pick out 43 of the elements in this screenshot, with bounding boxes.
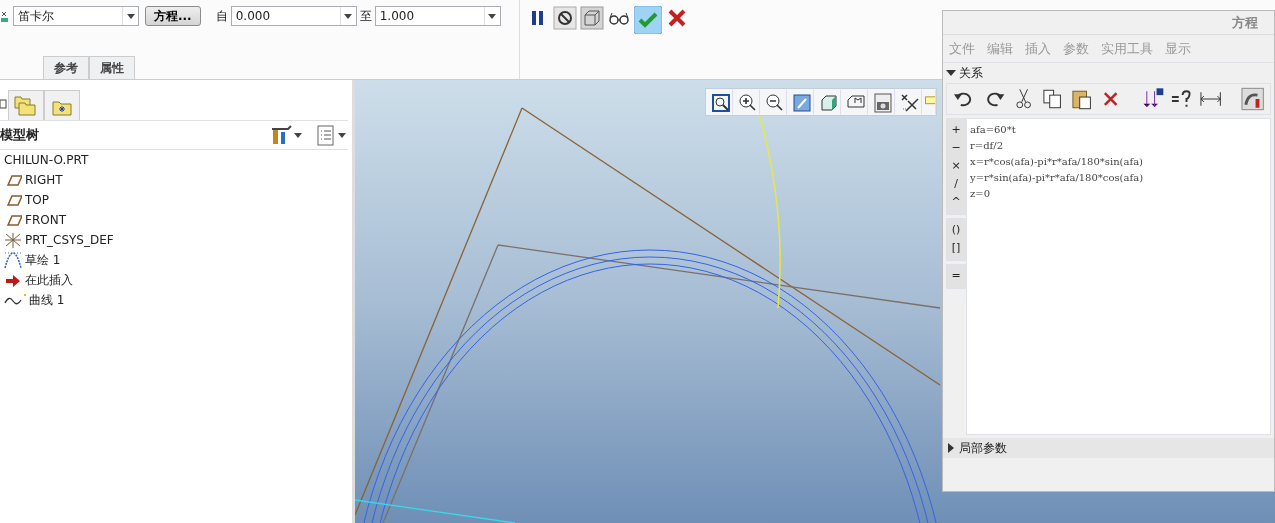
- collapsed-arrow-icon[interactable]: [946, 443, 956, 453]
- axes-icon: [0, 9, 10, 23]
- operator-button[interactable]: +: [946, 121, 966, 139]
- tree-item[interactable]: PRT_CSYS_DEF: [25, 231, 114, 249]
- checkmark-icon[interactable]: [634, 6, 662, 34]
- operator-button[interactable]: ×: [946, 157, 966, 175]
- equation-line: z=0: [970, 187, 991, 201]
- operator-button[interactable]: []: [946, 239, 966, 257]
- equation-editor[interactable]: afa=60*t r=df/2 x=r*cos(afa)-pi*r*afa/180*sin(afa) y=r*sin(afa)-pi*r*afa/180*cos(afa) z=0: [966, 118, 1271, 435]
- tree-item[interactable]: TOP: [25, 191, 49, 209]
- expanded-arrow-icon[interactable]: [946, 68, 956, 78]
- from-label: 自: [215, 8, 228, 25]
- equation-line: r=df/2: [970, 139, 1004, 153]
- coordinate-system-icon: [4, 231, 22, 249]
- tab[interactable]: 参考: [43, 56, 89, 79]
- operator-button[interactable]: (): [946, 221, 966, 239]
- section-header[interactable]: 关系: [943, 63, 1274, 83]
- equation-line: x=r*cos(afa)-pi*r*afa/180*sin(afa): [970, 155, 1145, 169]
- tree-item[interactable]: 在此插入: [25, 271, 73, 289]
- equation-button[interactable]: 方程...: [145, 6, 201, 26]
- sketch-icon: [4, 251, 22, 269]
- tools-icon[interactable]: [270, 124, 292, 146]
- tree-item[interactable]: RIGHT: [25, 171, 63, 189]
- coordinate-type-dropdown[interactable]: 笛卡尔: [13, 6, 139, 26]
- dialog-title: 方程: [1232, 13, 1258, 32]
- no-entry-icon[interactable]: [553, 6, 577, 30]
- section-header[interactable]: 局部参数: [943, 438, 1274, 458]
- operator-button[interactable]: ^: [946, 193, 966, 211]
- operator-button[interactable]: −: [946, 139, 966, 157]
- to-field[interactable]: 1.000: [374, 6, 501, 26]
- to-label: 至: [359, 8, 372, 25]
- equation-line: afa=60*t: [970, 123, 1017, 137]
- folders-icon[interactable]: [14, 93, 38, 118]
- tree-item[interactable]: CHILUN-O.PRT: [4, 151, 89, 169]
- from-field[interactable]: 0.000: [230, 6, 357, 26]
- tab[interactable]: 属性: [89, 56, 135, 79]
- tree-item[interactable]: 曲线 1: [29, 291, 65, 309]
- box-icon[interactable]: [580, 6, 604, 30]
- tree-item[interactable]: FRONT: [25, 211, 66, 229]
- tree-title: 模型树: [0, 126, 39, 145]
- tree-item[interactable]: 草绘 1: [25, 251, 61, 269]
- equation-line: y=r*sin(afa)-pi*r*afa/180*cos(afa): [970, 171, 1145, 185]
- operator-button[interactable]: /: [946, 175, 966, 193]
